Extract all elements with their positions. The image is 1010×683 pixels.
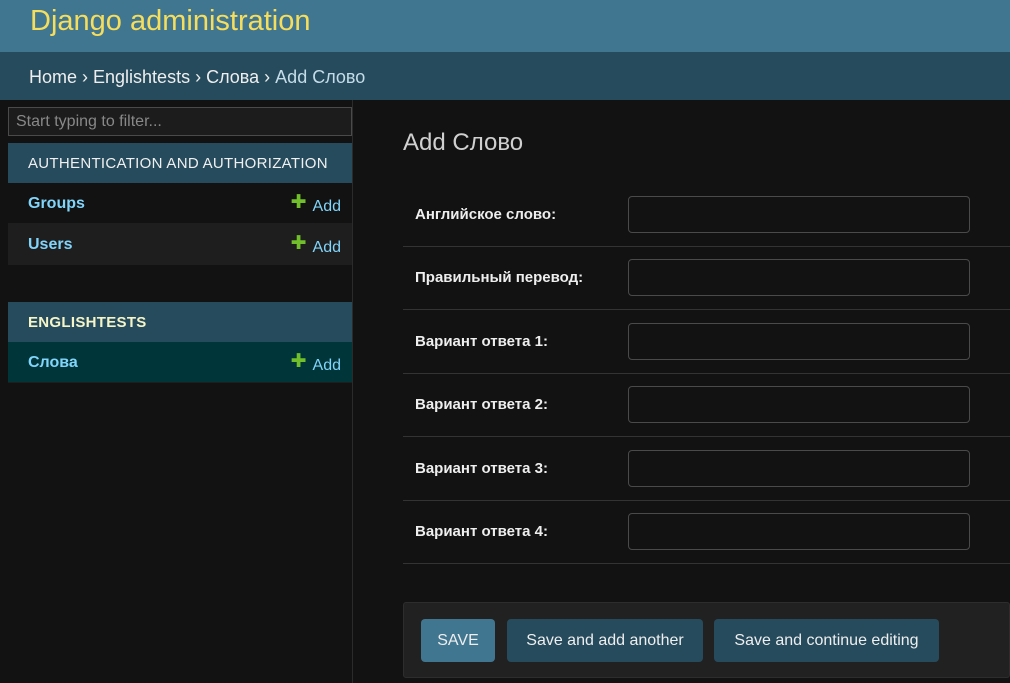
answer-3-input[interactable] [628,450,970,487]
module-header-englishtests[interactable]: ENGLISHTESTS [8,302,352,342]
breadcrumb: Home › Englishtests › Слова › Add Слово [0,52,1010,100]
page-title: Add Слово [403,129,524,156]
field-label: Вариант ответа 1: [415,333,548,350]
plus-icon: ✚ [290,192,307,213]
sidebar-item-groups-link[interactable]: Groups [28,195,85,213]
answer-1-input[interactable] [628,323,970,360]
nav-sidebar: Start typing to filter... AUTHENTICATION… [0,100,353,683]
add-label: Add [312,239,341,256]
answer-4-input[interactable] [628,513,970,550]
answer-2-input[interactable] [628,386,970,423]
add-users-link[interactable]: ✚ Add [290,233,341,258]
form-row-correct-translation: Правильный перевод: [403,246,1010,310]
submit-row: SAVE Save and add another Save and conti… [403,602,1010,678]
sidebar-item-slova: Слова ✚ Add [8,342,352,383]
save-and-add-another-button[interactable]: Save and add another [507,619,703,662]
breadcrumb-separator: › [82,67,89,87]
correct-translation-input[interactable] [628,259,970,296]
breadcrumb-model[interactable]: Слова [206,67,259,87]
field-label: Вариант ответа 3: [415,460,548,477]
add-label: Add [312,357,341,374]
field-label: Вариант ответа 4: [415,523,548,540]
add-groups-link[interactable]: ✚ Add [290,192,341,217]
field-label: Правильный перевод: [415,269,584,286]
field-label: Английское слово: [415,206,557,223]
breadcrumb-current: Add Слово [275,67,366,87]
field-label: Вариант ответа 2: [415,396,548,413]
add-slova-link[interactable]: ✚ Add [290,351,341,376]
sidebar-item-groups: Groups ✚ Add [8,183,352,224]
form-row-english-word: Английское слово: [403,183,1010,247]
save-button[interactable]: SAVE [421,619,495,662]
sidebar-item-slova-link[interactable]: Слова [28,354,78,372]
breadcrumb-home[interactable]: Home [29,67,77,87]
sidebar-item-users: Users ✚ Add [8,224,352,265]
site-header: Django administration [0,0,1010,52]
form-row-answer-3: Вариант ответа 3: [403,437,1010,501]
breadcrumb-app[interactable]: Englishtests [93,67,190,87]
english-word-input[interactable] [628,196,970,233]
add-label: Add [312,198,341,215]
site-title-link[interactable]: Django administration [30,5,310,38]
form-row-answer-1: Вариант ответа 1: [403,310,1010,374]
plus-icon: ✚ [290,351,307,372]
breadcrumb-separator: › [195,67,202,87]
content-main: Add Слово Английское слово: Правильный п… [353,100,1010,683]
module-header-auth[interactable]: AUTHENTICATION AND AUTHORIZATION [8,143,352,183]
plus-icon: ✚ [290,233,307,254]
sidebar-item-users-link[interactable]: Users [28,236,72,254]
form-row-answer-2: Вариант ответа 2: [403,373,1010,437]
form-row-answer-4: Вариант ответа 4: [403,500,1010,564]
nav-filter-input[interactable]: Start typing to filter... [8,107,352,136]
save-and-continue-button[interactable]: Save and continue editing [714,619,939,662]
breadcrumb-separator: › [264,67,271,87]
